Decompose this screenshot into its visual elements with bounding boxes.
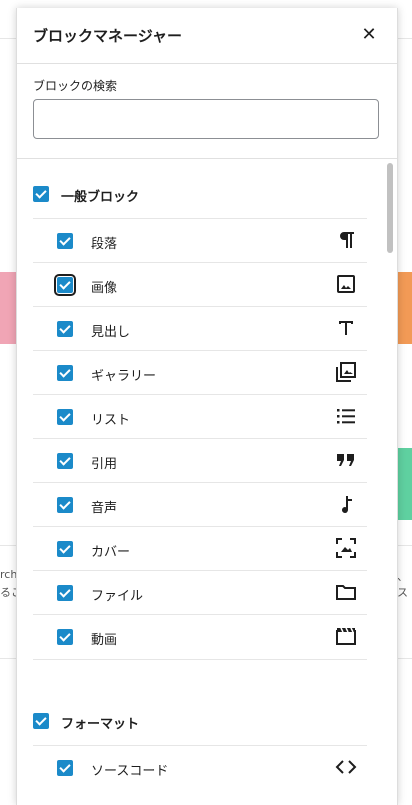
block-checkbox[interactable]: [57, 453, 73, 469]
category-label: 一般ブロック: [61, 190, 140, 205]
green-block-edge: [396, 448, 412, 520]
block-checkbox[interactable]: [54, 274, 76, 296]
block-row: 見出し: [33, 306, 367, 351]
block-checkbox[interactable]: [57, 629, 73, 645]
block-checkbox[interactable]: [57, 760, 73, 776]
background-text-fragment: rch: [0, 568, 18, 581]
gallery-icon: [335, 361, 357, 383]
block-manager-modal: ブロックマネージャー ✕ ブロックの検索 一般ブロック 段落 画像 見出し ギャ…: [16, 8, 398, 805]
block-row: 段落: [33, 218, 367, 263]
block-label: ソースコード: [91, 764, 169, 779]
search-input[interactable]: [33, 99, 379, 139]
orange-block-edge: [396, 272, 412, 344]
block-checkbox[interactable]: [57, 321, 73, 337]
block-label: 見出し: [91, 325, 131, 340]
category-label: フォーマット: [61, 717, 140, 732]
paragraph-icon: [335, 229, 357, 251]
video-icon: [335, 625, 357, 647]
block-row: ギャラリー: [33, 350, 367, 395]
block-row: 音声: [33, 482, 367, 527]
block-label: 引用: [91, 457, 118, 472]
folder-icon: [335, 581, 357, 603]
cover-icon: [335, 537, 357, 559]
block-row: 画像: [33, 262, 367, 307]
category-checkbox[interactable]: [33, 186, 49, 202]
block-checkbox[interactable]: [57, 409, 73, 425]
block-label: 画像: [91, 281, 118, 296]
search-section: ブロックの検索: [17, 64, 397, 159]
block-label: リスト: [91, 413, 131, 428]
scrollbar[interactable]: [387, 163, 393, 253]
close-icon[interactable]: ✕: [357, 23, 381, 47]
code-icon: [335, 756, 357, 778]
background-text-fragment: 、ス: [397, 570, 408, 599]
category-checkbox[interactable]: [33, 713, 49, 729]
category-header: 一般ブロック: [33, 171, 367, 217]
block-row: ソースコード: [33, 745, 367, 790]
block-checkbox[interactable]: [57, 585, 73, 601]
list-icon: [335, 405, 357, 427]
image-icon: [335, 273, 357, 295]
block-row: 動画: [33, 614, 367, 660]
block-label: 音声: [91, 501, 118, 516]
modal-title: ブロックマネージャー: [33, 27, 182, 45]
modal-header: ブロックマネージャー ✕: [17, 8, 397, 64]
search-label: ブロックの検索: [33, 79, 118, 93]
block-label: 段落: [91, 237, 118, 252]
block-checkbox[interactable]: [57, 365, 73, 381]
block-checkbox[interactable]: [57, 233, 73, 249]
block-checkbox[interactable]: [57, 541, 73, 557]
block-row: 引用: [33, 438, 367, 483]
category-header: フォーマット: [33, 698, 367, 744]
block-row: リスト: [33, 394, 367, 439]
block-label: ギャラリー: [91, 369, 157, 384]
quote-icon: [335, 449, 357, 471]
block-row: カバー: [33, 526, 367, 571]
block-list[interactable]: 一般ブロック 段落 画像 見出し ギャラリー リスト 引用 音声 カバー ファイ…: [17, 159, 397, 805]
block-label: 動画: [91, 633, 118, 648]
block-row: ファイル: [33, 570, 367, 615]
block-label: カバー: [91, 545, 131, 560]
audio-icon: [335, 493, 357, 515]
heading-icon: [335, 317, 357, 339]
block-checkbox[interactable]: [57, 497, 73, 513]
block-label: ファイル: [91, 589, 144, 604]
